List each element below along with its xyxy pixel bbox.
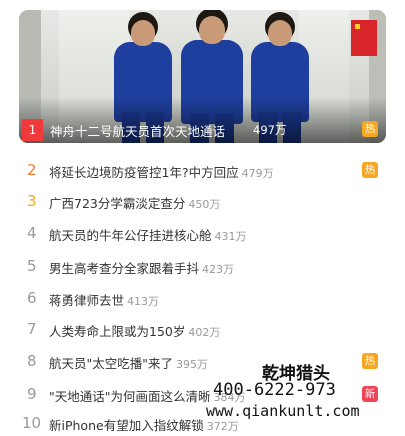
heat-count: 431万	[214, 230, 247, 243]
heat-count: 450万	[188, 198, 221, 211]
list-item[interactable]: 3 广西723分学霸淡定查分 450万	[0, 188, 405, 214]
watermark-phone: 400-6222-973	[213, 380, 336, 400]
list-item[interactable]: 4 航天员的牛年公仔挂进核心舱 431万	[0, 220, 405, 246]
item-title[interactable]: 航天员"太空吃播"来了 395万	[49, 353, 208, 372]
item-title[interactable]: 将延长边境防疫管控1年?中方回应 479万	[49, 162, 274, 181]
hot-badge: 热	[362, 353, 378, 369]
rank-number: 5	[27, 257, 37, 275]
rank-number: 4	[27, 224, 37, 242]
item-title[interactable]: 航天员的牛年公仔挂进核心舱 431万	[49, 225, 247, 244]
heat-count: 497万	[253, 123, 287, 137]
list-item[interactable]: 5 男生高考查分全家跟着手抖 423万	[0, 253, 405, 279]
new-badge: 新	[362, 386, 378, 402]
rank-badge: 1	[22, 119, 43, 141]
flag-icon	[351, 20, 377, 56]
heat-count: 479万	[241, 167, 274, 180]
list-item[interactable]: 6 蒋勇律师去世 413万	[0, 285, 405, 311]
item-title[interactable]: 男生高考查分全家跟着手抖 423万	[49, 258, 234, 277]
rank-number: 2	[27, 161, 37, 179]
heat-count: 413万	[127, 295, 160, 308]
heat-count: 395万	[176, 358, 208, 371]
list-item[interactable]: 2 将延长边境防疫管控1年?中方回应 479万 热	[0, 157, 405, 183]
watermark-url: www.qiankunlt.com	[206, 402, 360, 420]
item-title[interactable]: 广西723分学霸淡定查分 450万	[49, 193, 220, 212]
hot-badge: 热	[362, 121, 378, 137]
hero-title[interactable]: 神舟十二号航天员首次天地通话	[50, 121, 225, 140]
rank-number: 8	[27, 352, 37, 370]
rank-number: 6	[27, 289, 37, 307]
hot-badge: 热	[362, 162, 378, 178]
rank-number: 10	[22, 414, 42, 432]
item-title[interactable]: 蒋勇律师去世 413万	[49, 290, 159, 309]
rank-number: 3	[27, 192, 37, 210]
rank-number: 9	[27, 385, 37, 403]
item-title[interactable]: 人类寿命上限或为150岁 402万	[49, 321, 220, 340]
list-item[interactable]: 8 航天员"太空吃播"来了 395万 热	[0, 348, 405, 374]
heat-count: 372万	[206, 420, 239, 433]
heat-count: 423万	[202, 263, 235, 276]
rank-number: 7	[27, 320, 37, 338]
list-item[interactable]: 7 人类寿命上限或为150岁 402万	[0, 316, 405, 342]
heat-count: 402万	[188, 326, 221, 339]
